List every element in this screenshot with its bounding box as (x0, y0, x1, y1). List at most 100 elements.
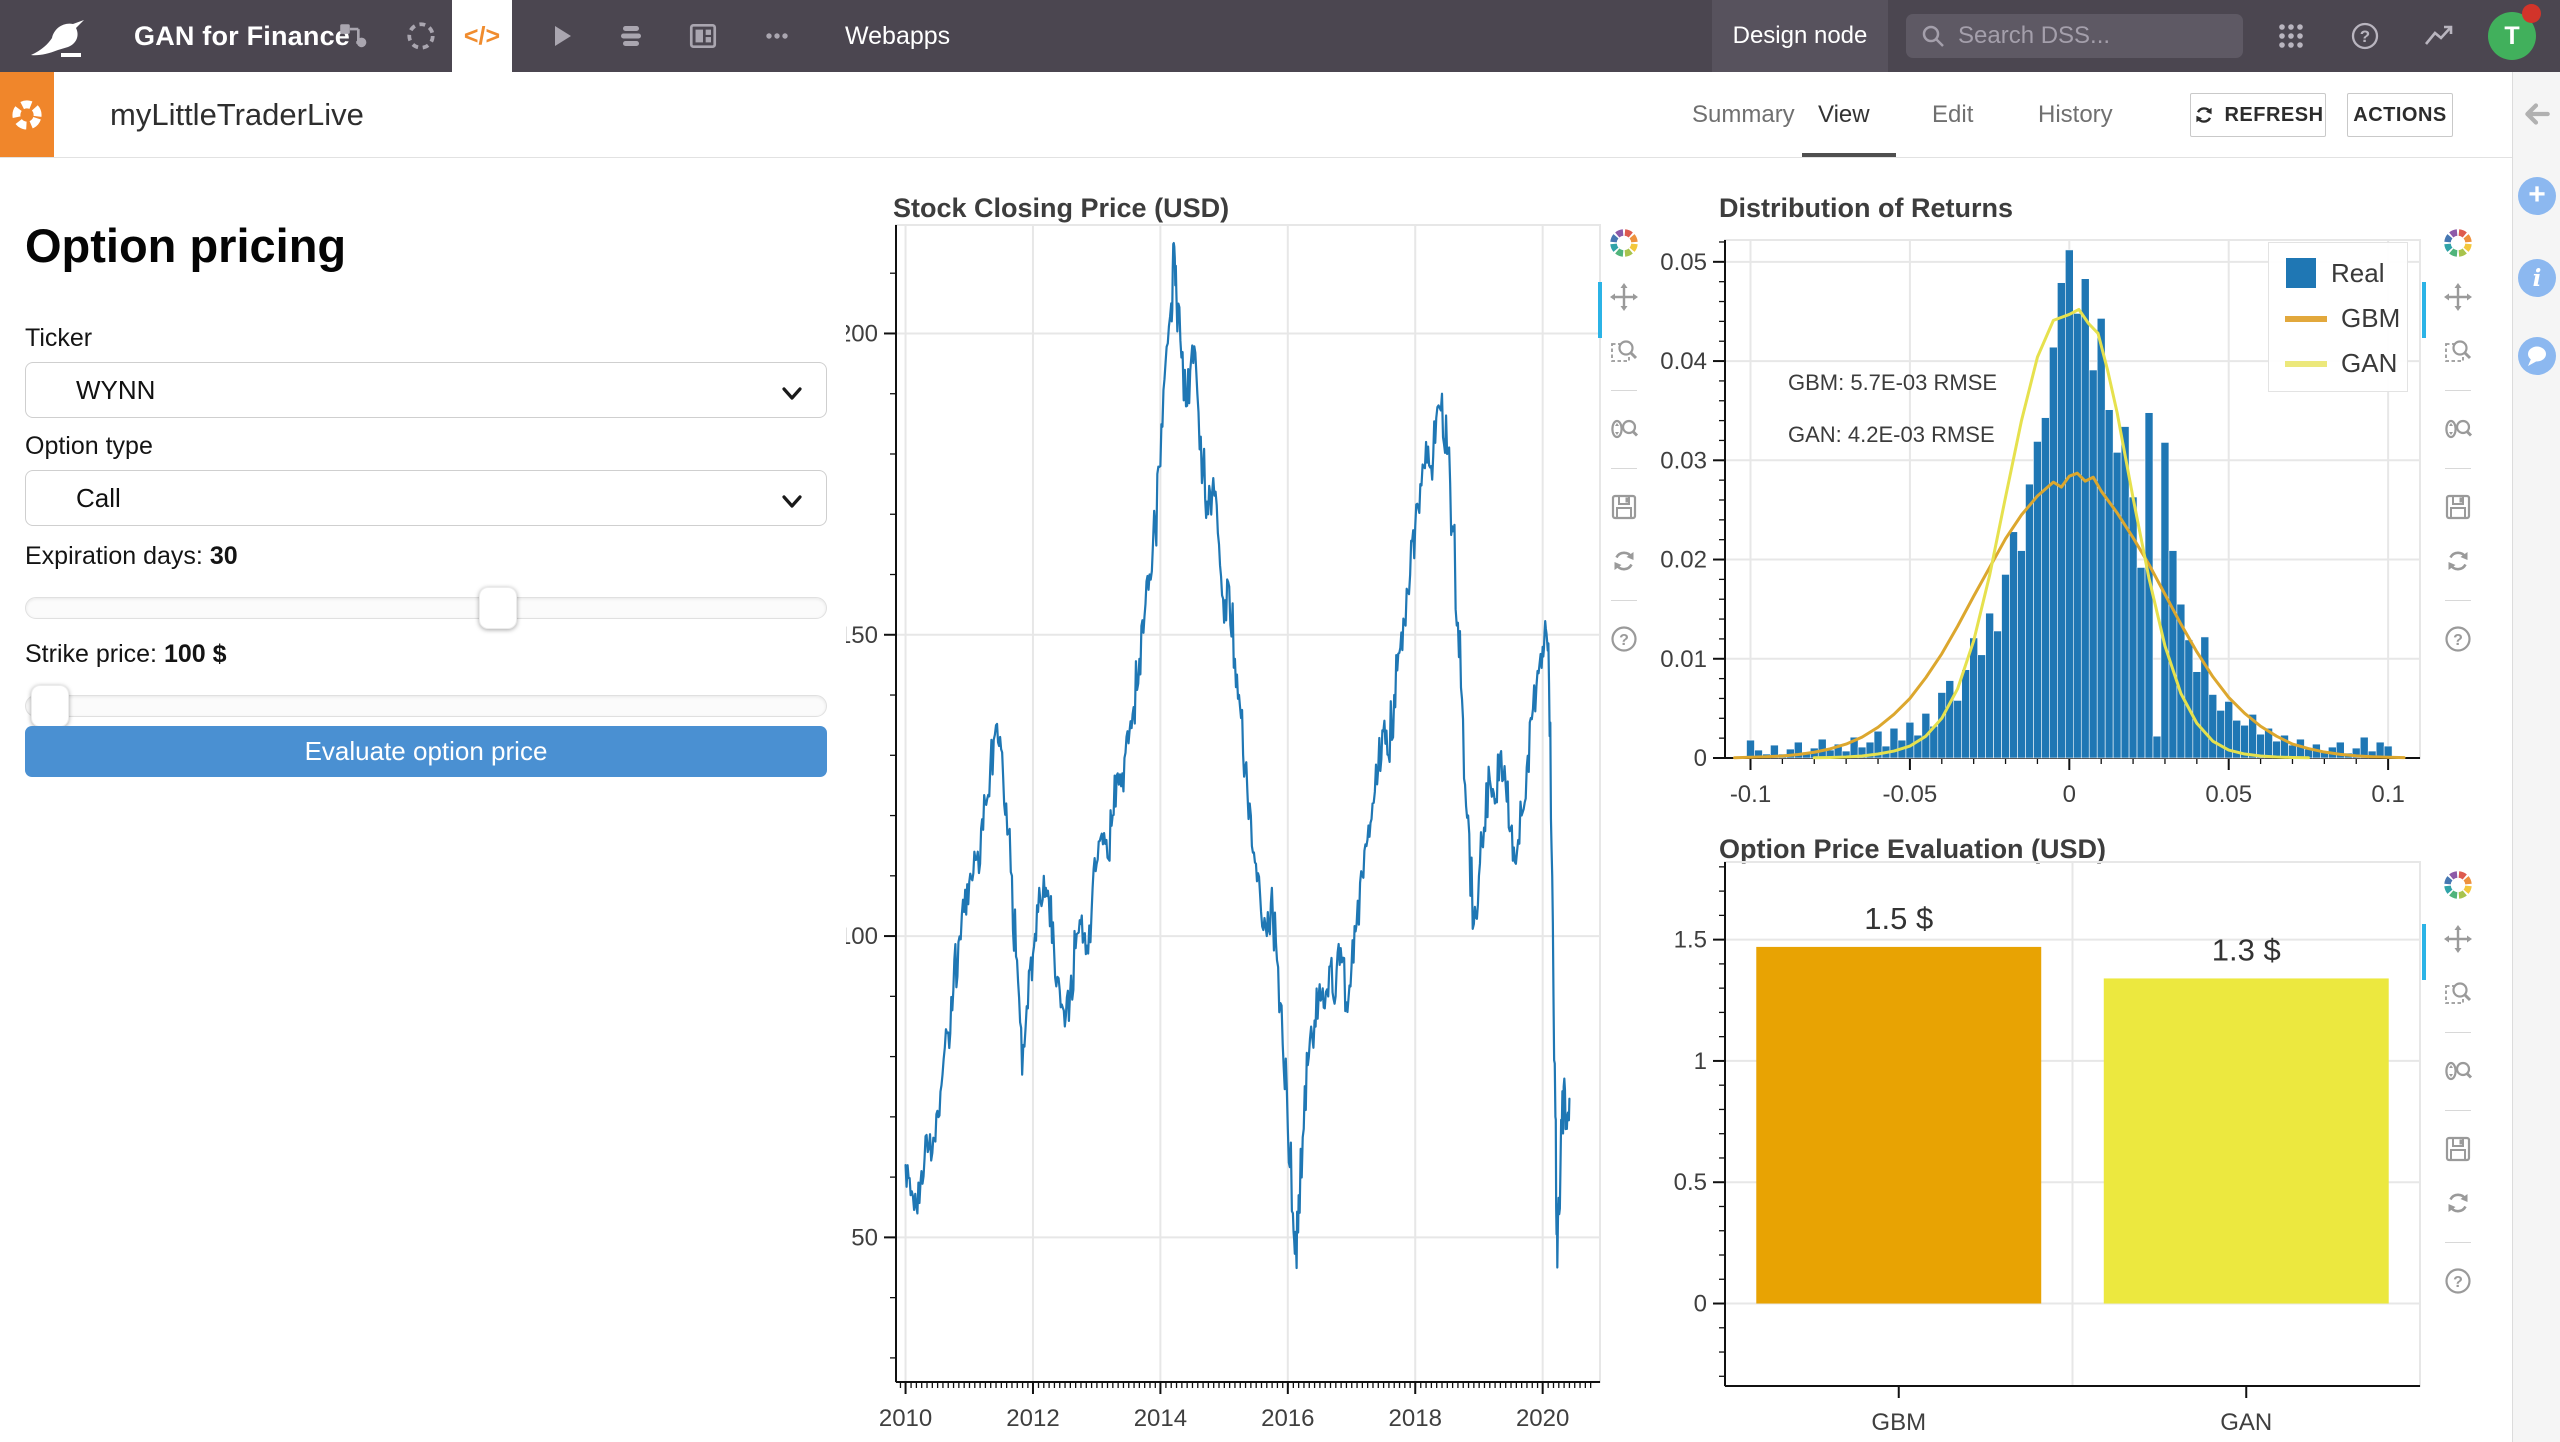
pan-icon[interactable] (2443, 924, 2473, 954)
svg-text:1.5: 1.5 (1674, 927, 1707, 954)
search-input[interactable] (1958, 22, 2228, 50)
code-icon[interactable]: </> (452, 0, 512, 72)
gbm-rmse-annotation: GBM: 5.7E-03 RMSE (1788, 370, 1998, 395)
design-node-badge[interactable]: Design node (1712, 0, 1888, 72)
svg-text:0: 0 (1694, 1291, 1707, 1318)
active-tool-indicator (1598, 282, 1602, 338)
svg-text:0: 0 (2063, 781, 2076, 808)
stock-price-plot[interactable]: 2010 2012 2014 2016 2018 2020 50 100 150 200 (846, 186, 1656, 1442)
save-icon[interactable] (2443, 492, 2473, 522)
svg-text:0.04: 0.04 (1660, 348, 1707, 375)
tab-summary[interactable]: Summary (1692, 72, 1795, 157)
reset-icon[interactable] (2443, 546, 2473, 576)
jobs-icon[interactable] (602, 0, 660, 72)
project-title[interactable]: GAN for Finance (134, 0, 350, 72)
toolbar-divider (1611, 600, 1637, 601)
svg-text:2010: 2010 (879, 1405, 932, 1432)
svg-text:1.5 $: 1.5 $ (1864, 901, 1933, 936)
gan-rmse-annotation: GAN: 4.2E-03 RMSE (1788, 422, 1995, 447)
chevron-down-icon (780, 380, 804, 411)
pan-icon[interactable] (1609, 282, 1639, 312)
legend-item-real[interactable]: Real (2285, 257, 2407, 289)
play-icon[interactable] (532, 0, 590, 72)
info-button[interactable]: i (2518, 259, 2556, 297)
trend-icon[interactable] (2410, 0, 2468, 72)
svg-text:200: 200 (846, 320, 878, 347)
svg-text:150: 150 (846, 622, 878, 649)
strike-slider-thumb[interactable] (31, 685, 69, 727)
expiration-slider[interactable] (25, 587, 827, 629)
svg-text:2020: 2020 (1516, 1405, 1569, 1432)
dashboard-icon[interactable] (674, 0, 732, 72)
reset-icon[interactable] (2443, 1188, 2473, 1218)
svg-text:0.05: 0.05 (2205, 781, 2252, 808)
stock-price-chart: Stock Closing Price (USD) 2010 2012 2014 20… (846, 186, 1676, 1442)
svg-text:1: 1 (1694, 1048, 1707, 1075)
tab-history[interactable]: History (2038, 72, 2113, 157)
option-price-plot[interactable]: 0 0.5 1 1.5 1.5 $ GBM 1.3 $ GAN (1640, 854, 2450, 1442)
collapse-arrow-icon[interactable] (2521, 98, 2553, 135)
svg-text:0.5: 0.5 (1674, 1169, 1707, 1196)
ticker-select[interactable]: WYNN (25, 362, 827, 418)
bokeh-logo-icon[interactable] (2443, 870, 2473, 900)
evaluate-button[interactable]: Evaluate option price (25, 726, 827, 777)
tab-view[interactable]: View (1818, 72, 1870, 157)
svg-text:2012: 2012 (1006, 1405, 1059, 1432)
box-zoom-icon[interactable] (1609, 336, 1639, 366)
help-icon[interactable]: ? (1609, 624, 1639, 654)
svg-text:0.02: 0.02 (1660, 547, 1707, 574)
svg-text:2016: 2016 (1261, 1405, 1314, 1432)
refresh-button[interactable]: REFRESH (2190, 93, 2326, 137)
expiration-slider-thumb[interactable] (478, 587, 517, 629)
ticker-label: Ticker (25, 324, 93, 352)
legend-item-gbm[interactable]: GBM (2285, 303, 2407, 334)
bokeh-logo-icon[interactable] (2443, 228, 2473, 258)
toolbar-divider (2445, 1110, 2471, 1111)
wheel-zoom-icon[interactable] (2443, 414, 2473, 444)
chart-title: Distribution of Returns (1719, 193, 2013, 223)
tab-edit[interactable]: Edit (1932, 72, 1973, 157)
svg-text:100: 100 (846, 923, 878, 950)
save-icon[interactable] (1609, 492, 1639, 522)
bokeh-toolbar: ? (2438, 228, 2478, 678)
help-icon[interactable]: ? (2336, 0, 2394, 72)
top-navbar: GAN for Finance </> Webapps Design node … (0, 0, 2560, 72)
wheel-zoom-icon[interactable] (1609, 414, 1639, 444)
dataiku-logo-icon[interactable] (28, 14, 88, 60)
page-title: myLittleTraderLive (110, 97, 364, 132)
svg-text:1.3 $: 1.3 $ (2212, 932, 2281, 967)
more-icon[interactable] (748, 0, 806, 72)
search-box[interactable] (1906, 14, 2243, 58)
chevron-down-icon (780, 488, 804, 519)
wheel-zoom-icon[interactable] (2443, 1056, 2473, 1086)
box-zoom-icon[interactable] (2443, 336, 2473, 366)
actions-button[interactable]: ACTIONS (2347, 93, 2453, 137)
reset-icon[interactable] (1609, 546, 1639, 576)
plus-button[interactable]: + (2518, 177, 2556, 215)
svg-text:GAN: GAN (2220, 1409, 2272, 1436)
legend-item-gan[interactable]: GAN (2285, 348, 2407, 379)
svg-text:?: ? (2360, 27, 2370, 46)
lab-icon[interactable] (392, 0, 450, 72)
help-icon[interactable]: ? (2443, 624, 2473, 654)
search-icon (1922, 25, 1944, 47)
help-icon[interactable]: ? (2443, 1266, 2473, 1296)
save-icon[interactable] (2443, 1134, 2473, 1164)
svg-text:2014: 2014 (1134, 1405, 1187, 1432)
svg-text:?: ? (1619, 632, 1629, 649)
webapps-breadcrumb[interactable]: Webapps (845, 0, 950, 72)
option-type-select[interactable]: Call (25, 470, 827, 526)
svg-text:?: ? (2453, 1274, 2463, 1291)
box-zoom-icon[interactable] (2443, 978, 2473, 1008)
apps-grid-icon[interactable] (2262, 0, 2320, 72)
info-icon: i (2532, 264, 2542, 292)
svg-text:0: 0 (1694, 745, 1707, 772)
chat-button[interactable] (2518, 337, 2556, 375)
svg-text:2018: 2018 (1389, 1405, 1442, 1432)
pan-icon[interactable] (2443, 282, 2473, 312)
panel-title: Option pricing (25, 219, 347, 272)
bokeh-logo-icon[interactable] (1609, 228, 1639, 258)
flow-icon[interactable] (324, 0, 382, 72)
option-price-chart: Option Price Evaluation (USD) 0 0.5 1 1.5 1.… (1640, 830, 2480, 1442)
strike-slider[interactable] (25, 685, 827, 727)
